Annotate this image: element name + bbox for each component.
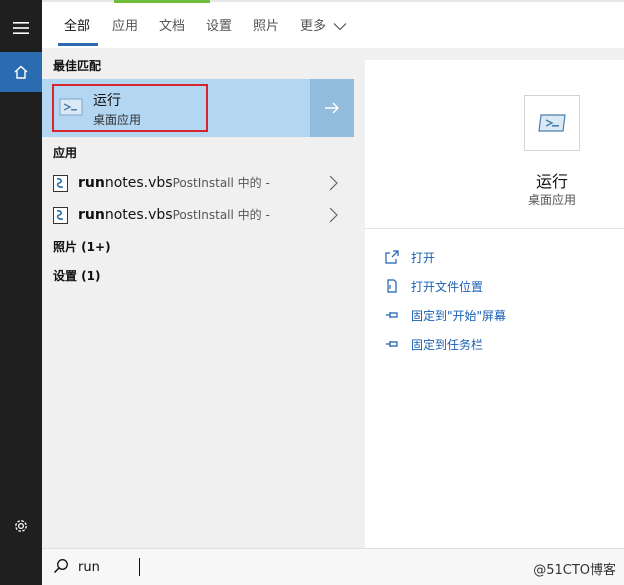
match-context-text: PostInstall 中的 - bbox=[172, 208, 270, 222]
list-item[interactable]: runnotes.vbsPostInstall 中的 - bbox=[42, 200, 354, 230]
action-pin-start-label: 固定到"开始"屏幕 bbox=[411, 308, 507, 323]
detail-subtitle: 桌面应用 bbox=[527, 193, 576, 207]
detail-app-icon bbox=[524, 95, 580, 151]
watermark: @51CTO博客 bbox=[533, 563, 616, 578]
list-item[interactable]: runnotes.vbsPostInstall 中的 - bbox=[42, 168, 354, 198]
tab-settings[interactable]: 设置 bbox=[206, 15, 232, 34]
results-list: 最佳匹配 运行 桌面应用 应用 runnotes.vbsPostInstall … bbox=[42, 48, 354, 548]
match-bold-text: run bbox=[78, 207, 105, 223]
settings-button[interactable] bbox=[0, 508, 42, 544]
section-apps: 应用 bbox=[53, 146, 78, 160]
tab-documents[interactable]: 文档 bbox=[159, 15, 185, 34]
action-pin-start[interactable]: 固定到"开始"屏幕 bbox=[385, 304, 506, 326]
best-match-item[interactable]: 运行 桌面应用 bbox=[42, 79, 354, 137]
section-settings[interactable]: 设置 (1) bbox=[53, 267, 101, 284]
script-file-icon bbox=[53, 207, 68, 224]
search-input[interactable] bbox=[78, 555, 278, 579]
detail-title: 运行 bbox=[535, 172, 568, 191]
list-item-label: runnotes.vbsPostInstall 中的 - bbox=[78, 206, 270, 223]
action-open-file-location-label: 打开文件位置 bbox=[411, 279, 484, 294]
tab-all[interactable]: 全部 bbox=[64, 15, 90, 34]
text-caret bbox=[139, 558, 140, 576]
section-best-match: 最佳匹配 bbox=[53, 59, 102, 73]
file-location-icon bbox=[385, 279, 399, 293]
action-open-label: 打开 bbox=[411, 250, 436, 265]
tab-more[interactable]: 更多 bbox=[300, 15, 347, 34]
action-pin-taskbar[interactable]: 固定到任务栏 bbox=[385, 333, 483, 355]
pin-taskbar-icon bbox=[385, 337, 399, 351]
detail-pane: 运行 桌面应用 打开 打开文件位置 固定到"开始"屏幕 固定到任务栏 bbox=[365, 60, 624, 548]
chevron-right-icon bbox=[329, 207, 338, 223]
chevron-down-icon bbox=[333, 23, 347, 31]
search-bar: @51CTO博客 bbox=[42, 548, 624, 585]
tab-apps[interactable]: 应用 bbox=[112, 15, 138, 34]
match-bold-text: run bbox=[78, 175, 105, 191]
home-button[interactable] bbox=[0, 52, 42, 92]
left-rail bbox=[0, 0, 42, 585]
expand-details-button[interactable] bbox=[310, 79, 354, 137]
match-rest-text: notes.vbs bbox=[104, 175, 173, 191]
hamburger-icon bbox=[13, 22, 29, 34]
list-item-label: runnotes.vbsPostInstall 中的 - bbox=[78, 174, 270, 191]
tab-more-label: 更多 bbox=[300, 19, 327, 34]
run-app-icon bbox=[538, 114, 566, 132]
action-open-file-location[interactable]: 打开文件位置 bbox=[385, 275, 483, 297]
pin-start-icon bbox=[385, 308, 399, 322]
script-file-icon bbox=[53, 175, 68, 192]
annotation-highlight-box bbox=[52, 84, 208, 132]
section-photos[interactable]: 照片 (1+) bbox=[53, 238, 111, 255]
active-tab-indicator bbox=[58, 43, 98, 46]
filter-tabs: 全部 应用 文档 设置 照片 更多 bbox=[42, 0, 624, 48]
tabs-accent-bar bbox=[114, 0, 210, 3]
chevron-right-icon bbox=[329, 175, 338, 191]
action-pin-taskbar-label: 固定到任务栏 bbox=[411, 337, 484, 352]
open-icon bbox=[385, 250, 399, 264]
match-context-text: PostInstall 中的 - bbox=[172, 176, 270, 190]
match-rest-text: notes.vbs bbox=[104, 207, 173, 223]
tab-photos[interactable]: 照片 bbox=[253, 15, 279, 34]
gear-icon bbox=[15, 520, 27, 532]
menu-button[interactable] bbox=[0, 10, 42, 46]
action-open[interactable]: 打开 bbox=[385, 246, 435, 268]
detail-divider bbox=[365, 228, 624, 229]
search-window: 全部 应用 文档 设置 照片 更多 最佳匹配 运行 桌面应用 应用 runnot… bbox=[0, 0, 624, 585]
arrow-right-icon bbox=[325, 102, 339, 114]
search-icon bbox=[53, 559, 68, 574]
home-icon bbox=[14, 65, 28, 79]
